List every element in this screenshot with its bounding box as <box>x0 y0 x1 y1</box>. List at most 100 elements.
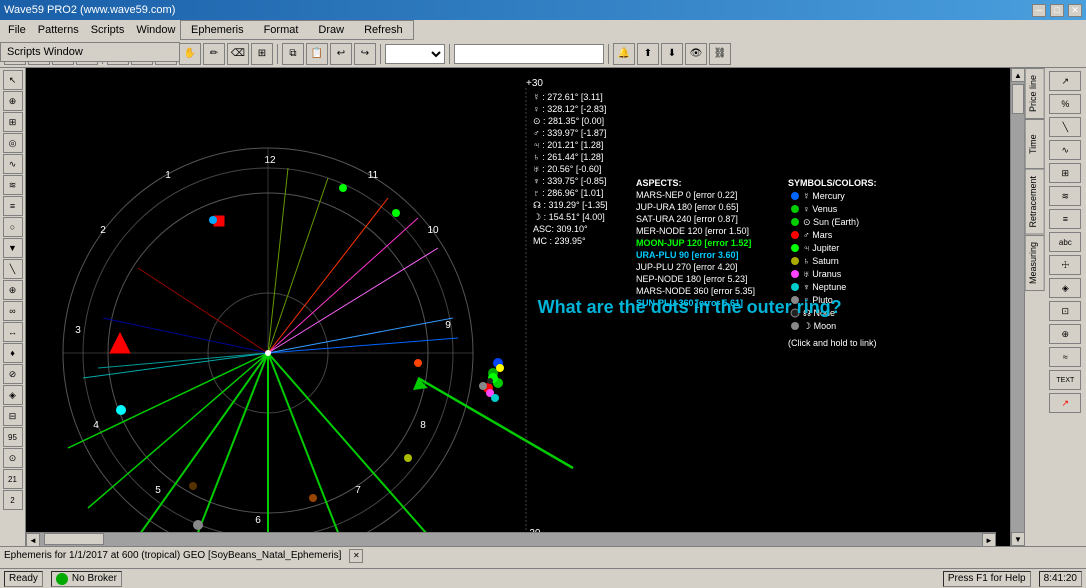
left-btn-no[interactable]: ⊘ <box>3 364 23 384</box>
right-btn-1[interactable]: ↗ <box>1049 71 1081 91</box>
vertical-scrollbar[interactable]: ▲ ▼ <box>1010 68 1024 546</box>
toolbar-period-select[interactable] <box>385 44 445 64</box>
toolbar-symbol-input[interactable] <box>454 44 604 64</box>
separator-2 <box>277 44 278 64</box>
toolbar-redo[interactable]: ↪ <box>354 43 376 65</box>
toolbar-up-arrow[interactable]: ⬆ <box>637 43 659 65</box>
left-btn-diamond[interactable]: ♦ <box>3 343 23 363</box>
right-btn-4[interactable]: ∿ <box>1049 140 1081 160</box>
status-bar: Ready No Broker Press F1 for Help 8:41:2… <box>0 568 1086 588</box>
title-bar-buttons: ─ □ ✕ <box>1032 4 1082 17</box>
left-btn-minus[interactable]: ⊟ <box>3 406 23 426</box>
right-btn-15[interactable]: ↗ <box>1049 393 1081 413</box>
menu-patterns[interactable]: Patterns <box>32 22 85 38</box>
svg-text:♆ Neptune: ♆ Neptune <box>803 282 846 292</box>
separator-4 <box>449 44 450 64</box>
left-btn-star[interactable]: ◈ <box>3 385 23 405</box>
left-btn-diagonal[interactable]: ╲ <box>3 259 23 279</box>
right-btn-12[interactable]: ⊕ <box>1049 324 1081 344</box>
svg-text:11: 11 <box>368 170 379 181</box>
left-btn-95[interactable]: 95 <box>3 427 23 447</box>
window-title: Wave59 PRO2 (www.wave59.com) <box>4 4 175 16</box>
svg-text:♀ Venus: ♀ Venus <box>803 204 838 214</box>
toolbar-link[interactable]: ⛓ <box>709 43 731 65</box>
left-btn-plus[interactable]: ⊕ <box>3 280 23 300</box>
left-btn-arrow[interactable]: ↖ <box>3 70 23 90</box>
left-btn-resize[interactable]: ↔ <box>3 322 23 342</box>
right-btn-6[interactable]: ≋ <box>1049 186 1081 206</box>
scroll-up-button[interactable]: ▲ <box>1011 68 1025 82</box>
right-btn-8[interactable]: abc <box>1049 232 1081 252</box>
left-btn-menu[interactable]: ≡ <box>3 196 23 216</box>
svg-text:♂ Mars: ♂ Mars <box>803 230 833 240</box>
scripts-window-label: Scripts Window <box>7 46 83 58</box>
tab-price-line[interactable]: Price line <box>1025 68 1045 119</box>
status-broker-text: No Broker <box>72 573 117 584</box>
scroll-vertical-track[interactable] <box>1011 82 1024 532</box>
scroll-left-button[interactable]: ◄ <box>26 533 40 546</box>
toolbar-hand[interactable]: ✋ <box>179 43 201 65</box>
left-btn-crosshair[interactable]: ⊕ <box>3 91 23 111</box>
toolbar-eraser[interactable]: ⌫ <box>227 43 249 65</box>
left-btn-2[interactable]: 2 <box>3 490 23 510</box>
left-btn-zoom[interactable]: ⊞ <box>3 112 23 132</box>
left-btn-lines[interactable]: ≋ <box>3 175 23 195</box>
right-btn-14[interactable]: TEXT <box>1049 370 1081 390</box>
svg-text:ASPECTS:: ASPECTS: <box>636 178 682 188</box>
horizontal-scrollbar[interactable]: ◄ ► <box>26 532 996 546</box>
minimize-button[interactable]: ─ <box>1032 4 1046 17</box>
toolbar-pen[interactable]: ✏ <box>203 43 225 65</box>
tab-retracement[interactable]: Retracement <box>1025 169 1045 235</box>
toolbar-alert[interactable]: 🔔 <box>613 43 635 65</box>
right-btn-11[interactable]: ⊡ <box>1049 301 1081 321</box>
right-btn-13[interactable]: ≈ <box>1049 347 1081 367</box>
left-btn-circle2[interactable]: ○ <box>3 217 23 237</box>
right-panel: Price line Time Retracement Measuring ↗ … <box>1024 68 1086 546</box>
menu-draw[interactable]: Draw <box>312 22 350 38</box>
left-btn-sun[interactable]: ⊙ <box>3 448 23 468</box>
restore-button[interactable]: □ <box>1050 4 1064 17</box>
svg-text:MARS-NEP 0 [error 0.22]: MARS-NEP 0 [error 0.22] <box>636 190 737 200</box>
toolbar-copy[interactable]: ⧉ <box>282 43 304 65</box>
ephemeris-close-button[interactable]: ✕ <box>349 549 363 563</box>
separator-3 <box>380 44 381 64</box>
toolbar-undo[interactable]: ↩ <box>330 43 352 65</box>
left-btn-down[interactable]: ▼ <box>3 238 23 258</box>
menu-window[interactable]: Window <box>130 22 181 38</box>
svg-text:☽ : 154.51° [4.00]: ☽ : 154.51° [4.00] <box>533 212 605 222</box>
svg-text:(Click and hold to link): (Click and hold to link) <box>788 338 877 348</box>
menu-refresh[interactable]: Refresh <box>358 22 409 38</box>
svg-text:♃ Jupiter: ♃ Jupiter <box>803 243 839 253</box>
tab-measuring[interactable]: Measuring <box>1025 235 1045 291</box>
left-btn-21[interactable]: 21 <box>3 469 23 489</box>
scroll-right-button[interactable]: ► <box>982 533 996 546</box>
right-btn-5[interactable]: ⊞ <box>1049 163 1081 183</box>
tab-time[interactable]: Time <box>1025 119 1045 169</box>
right-btn-3[interactable]: ╲ <box>1049 117 1081 137</box>
toolbar-eye[interactable]: 👁 <box>685 43 707 65</box>
svg-text:9: 9 <box>445 320 451 331</box>
toolbar-down-arrow[interactable]: ⬇ <box>661 43 683 65</box>
menu-scripts[interactable]: Scripts <box>85 22 131 38</box>
svg-text:1: 1 <box>165 170 171 181</box>
close-button[interactable]: ✕ <box>1068 4 1082 17</box>
scroll-down-button[interactable]: ▼ <box>1011 532 1025 546</box>
scroll-thumb[interactable] <box>1012 84 1024 114</box>
right-btn-7[interactable]: ≡ <box>1049 209 1081 229</box>
menu-file[interactable]: File <box>2 22 32 38</box>
svg-text:MER-NODE 120 [error 1.50]: MER-NODE 120 [error 1.50] <box>636 226 749 236</box>
svg-text:8: 8 <box>420 420 426 431</box>
toolbar-select-all[interactable]: ⊞ <box>251 43 273 65</box>
scroll-horizontal-track[interactable] <box>40 533 982 546</box>
toolbar-paste[interactable]: 📋 <box>306 43 328 65</box>
left-btn-infinity[interactable]: ∞ <box>3 301 23 321</box>
left-btn-circle[interactable]: ◎ <box>3 133 23 153</box>
right-btn-9[interactable]: ☩ <box>1049 255 1081 275</box>
right-btn-10[interactable]: ◈ <box>1049 278 1081 298</box>
right-btn-2[interactable]: % <box>1049 94 1081 114</box>
menu-ephemeris[interactable]: Ephemeris <box>185 22 250 38</box>
menu-format[interactable]: Format <box>258 22 305 38</box>
status-broker: No Broker <box>51 571 122 587</box>
ephemeris-menu-bar: Ephemeris Format Draw Refresh <box>180 20 414 40</box>
left-btn-wave[interactable]: ∿ <box>3 154 23 174</box>
